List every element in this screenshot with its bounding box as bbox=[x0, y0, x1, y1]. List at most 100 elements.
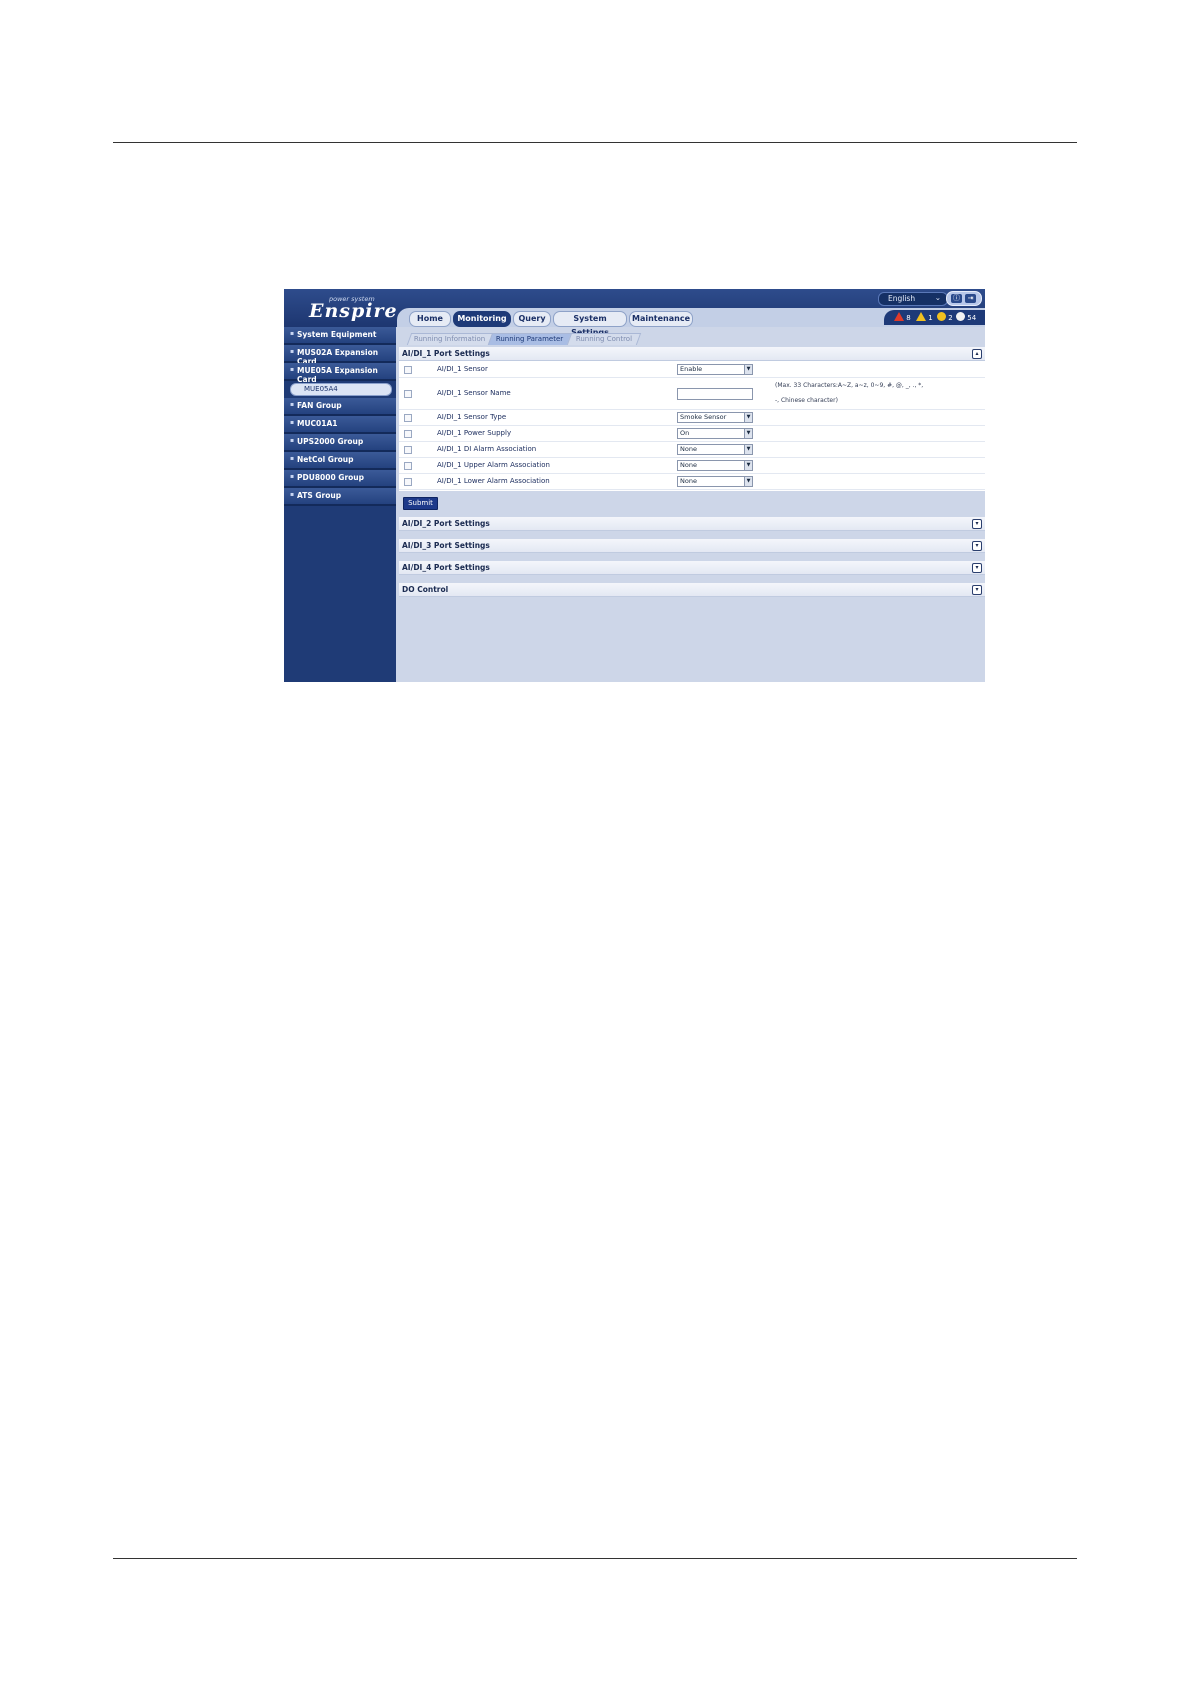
di-alarm-association-select[interactable]: None ▼ bbox=[677, 444, 753, 455]
header-rule bbox=[113, 142, 1077, 143]
section-header-aidi2[interactable]: AI/DI_2 Port Settings ▾ bbox=[399, 517, 985, 531]
expand-icon[interactable]: ▾ bbox=[972, 541, 982, 551]
bullet-icon: ▪ bbox=[290, 437, 295, 444]
alarm-warning-count: 54 bbox=[967, 314, 977, 322]
row-checkbox[interactable] bbox=[404, 446, 412, 454]
bullet-icon: ▪ bbox=[290, 419, 295, 426]
header-buttons: ⓘ ⇥ bbox=[946, 291, 982, 306]
minor-alarm-icon bbox=[937, 312, 946, 321]
expand-icon[interactable]: ▾ bbox=[972, 563, 982, 573]
sidebar-item-muc01a1[interactable]: ▪ MUC01A1 bbox=[284, 416, 396, 434]
table-row: AI/DI_1 Sensor Type Smoke Sensor ▼ bbox=[399, 410, 985, 426]
row-label: AI/DI_1 DI Alarm Association bbox=[437, 445, 537, 453]
sidebar-item-label: NetCol Group bbox=[297, 455, 354, 464]
sidebar-item-label: FAN Group bbox=[297, 401, 342, 410]
section-header-aidi1[interactable]: AI/DI_1 Port Settings ▴ bbox=[399, 347, 985, 361]
expand-icon[interactable]: ▾ bbox=[972, 519, 982, 529]
tab-maintenance[interactable]: Maintenance bbox=[629, 311, 693, 327]
alarm-warning[interactable]: 54 bbox=[956, 312, 976, 322]
logo-title: Enspire bbox=[309, 300, 398, 322]
table-row: AI/DI_1 Power Supply On ▼ bbox=[399, 426, 985, 442]
sidebar-subitem-label: MUE05A4 bbox=[304, 385, 338, 393]
chevron-down-icon: ▼ bbox=[744, 461, 752, 470]
alarm-major[interactable]: 1 bbox=[916, 312, 933, 322]
table-row: AI/DI_1 Upper Alarm Association None ▼ bbox=[399, 458, 985, 474]
sidebar-item-fan-group[interactable]: ▪ FAN Group bbox=[284, 398, 396, 416]
row-label: AI/DI_1 Power Supply bbox=[437, 429, 512, 437]
row-checkbox[interactable] bbox=[404, 462, 412, 470]
name-hint-line1: (Max. 33 Characters:A~Z, a~z, 0~9, #, @,… bbox=[775, 382, 924, 389]
collapse-icon[interactable]: ▴ bbox=[972, 349, 982, 359]
bullet-icon: ▪ bbox=[290, 348, 295, 355]
sensor-name-input[interactable] bbox=[677, 388, 753, 400]
info-icon[interactable]: ⓘ bbox=[951, 294, 962, 303]
row-checkbox[interactable] bbox=[404, 430, 412, 438]
sidebar-item-mue05a[interactable]: ▪ MUE05A Expansion Card bbox=[284, 363, 396, 384]
subtab-running-parameter[interactable]: Running Parameter bbox=[487, 333, 573, 345]
expand-icon[interactable]: ▾ bbox=[972, 585, 982, 595]
row-label: AI/DI_1 Upper Alarm Association bbox=[437, 461, 550, 469]
alarm-critical-count: 8 bbox=[906, 314, 911, 322]
sidebar-item-mus02a[interactable]: ▪ MUS02A Expansion Card bbox=[284, 345, 396, 366]
row-checkbox[interactable] bbox=[404, 366, 412, 374]
critical-alarm-icon bbox=[894, 312, 904, 321]
select-value: None bbox=[680, 461, 697, 469]
sidebar-item-label: ATS Group bbox=[297, 491, 342, 500]
sidebar-item-pdu8000-group[interactable]: ▪ PDU8000 Group bbox=[284, 470, 396, 488]
language-value: English bbox=[888, 294, 916, 303]
section-title: DO Control bbox=[402, 585, 449, 594]
alarm-minor-count: 2 bbox=[948, 314, 953, 322]
subtab-label: Running Information bbox=[414, 335, 486, 343]
chevron-down-icon: ▼ bbox=[744, 445, 752, 454]
chevron-down-icon: ⌄ bbox=[934, 293, 941, 302]
sidebar-item-label: System Equipment bbox=[297, 330, 377, 339]
row-checkbox[interactable] bbox=[404, 414, 412, 422]
tab-system-settings[interactable]: System Settings bbox=[553, 311, 627, 337]
row-label: AI/DI_1 Lower Alarm Association bbox=[437, 477, 550, 485]
logout-icon[interactable]: ⇥ bbox=[965, 294, 976, 303]
alarm-minor[interactable]: 2 bbox=[937, 312, 953, 322]
sidebar-item-ats-group[interactable]: ▪ ATS Group bbox=[284, 488, 396, 506]
section-header-aidi4[interactable]: AI/DI_4 Port Settings ▾ bbox=[399, 561, 985, 575]
select-value: On bbox=[680, 429, 690, 437]
upper-alarm-association-select[interactable]: None ▼ bbox=[677, 460, 753, 471]
row-label: AI/DI_1 Sensor Name bbox=[437, 389, 511, 397]
section-header-do-control[interactable]: DO Control ▾ bbox=[399, 583, 985, 597]
tab-query[interactable]: Query bbox=[513, 311, 551, 327]
section-header-aidi3[interactable]: AI/DI_3 Port Settings ▾ bbox=[399, 539, 985, 553]
sidebar-item-system-equipment[interactable]: ▪ System Equipment bbox=[284, 327, 396, 345]
name-hint-line2: -, Chinese character) bbox=[775, 397, 838, 404]
power-supply-select[interactable]: On ▼ bbox=[677, 428, 753, 439]
section-title: AI/DI_4 Port Settings bbox=[402, 563, 490, 572]
chevron-down-icon: ▼ bbox=[744, 429, 752, 438]
select-value: None bbox=[680, 445, 697, 453]
table-row: AI/DI_1 Sensor Name (Max. 33 Characters:… bbox=[399, 378, 985, 410]
row-checkbox[interactable] bbox=[404, 478, 412, 486]
row-label: AI/DI_1 Sensor Type bbox=[437, 413, 507, 421]
section-title: AI/DI_1 Port Settings bbox=[402, 349, 490, 358]
submit-button[interactable]: Submit bbox=[403, 497, 438, 510]
bullet-icon: ▪ bbox=[290, 491, 295, 498]
sidebar-item-netcol-group[interactable]: ▪ NetCol Group bbox=[284, 452, 396, 470]
warning-alarm-icon bbox=[956, 312, 965, 321]
table-row: AI/DI_1 Sensor Enable ▼ bbox=[399, 361, 985, 378]
alarm-bar: 8 1 2 54 bbox=[884, 310, 985, 325]
alarm-critical[interactable]: 8 bbox=[894, 312, 911, 322]
row-checkbox[interactable] bbox=[404, 390, 412, 398]
sidebar-item-label: UPS2000 Group bbox=[297, 437, 364, 446]
tab-home[interactable]: Home bbox=[409, 311, 451, 327]
section-title: AI/DI_2 Port Settings bbox=[402, 519, 490, 528]
bullet-icon: ▪ bbox=[290, 455, 295, 462]
tab-monitoring[interactable]: Monitoring bbox=[453, 311, 511, 327]
lower-alarm-association-select[interactable]: None ▼ bbox=[677, 476, 753, 487]
select-value: Enable bbox=[680, 365, 703, 373]
language-select[interactable]: English ⌄ bbox=[878, 292, 948, 306]
select-value: None bbox=[680, 477, 697, 485]
sidebar-subitem-mue05a4[interactable]: MUE05A4 bbox=[290, 383, 392, 396]
subtab-running-control[interactable]: Running Control bbox=[566, 333, 642, 345]
sensor-type-select[interactable]: Smoke Sensor ▼ bbox=[677, 412, 753, 423]
sidebar-item-label: PDU8000 Group bbox=[297, 473, 365, 482]
subtab-running-information[interactable]: Running Information bbox=[406, 333, 494, 345]
sidebar-item-ups2000-group[interactable]: ▪ UPS2000 Group bbox=[284, 434, 396, 452]
sensor-enable-select[interactable]: Enable ▼ bbox=[677, 364, 753, 375]
